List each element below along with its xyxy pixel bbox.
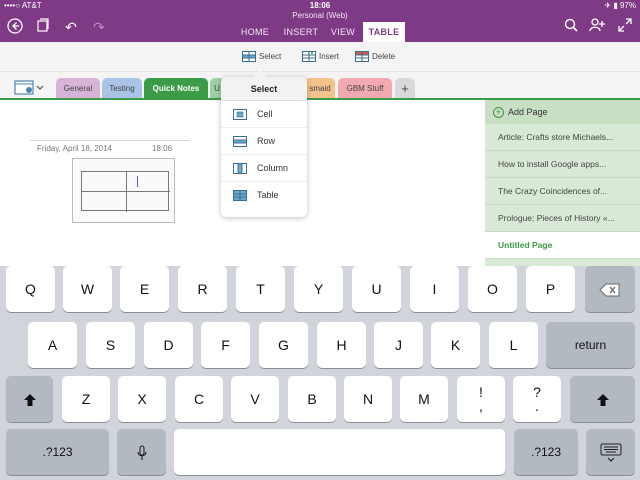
key-h[interactable]: H bbox=[317, 322, 366, 368]
select-row-option[interactable]: Row bbox=[221, 128, 307, 155]
shift-right-key[interactable] bbox=[570, 376, 635, 422]
delete-button[interactable]: Delete bbox=[355, 50, 395, 64]
notebooks-icon[interactable] bbox=[34, 18, 52, 36]
key-f[interactable]: F bbox=[201, 322, 250, 368]
dictation-key[interactable] bbox=[117, 429, 166, 475]
select-table-icon bbox=[242, 51, 256, 63]
page-list-item[interactable]: Prologue: Pieces of History «... bbox=[485, 205, 640, 232]
select-button[interactable]: Select bbox=[242, 50, 281, 64]
key-r[interactable]: R bbox=[178, 266, 227, 312]
section-tab-quick-notes[interactable]: Quick Notes bbox=[144, 78, 208, 99]
page-list-item-current[interactable]: Untitled Page bbox=[485, 232, 640, 259]
section-tab-testing[interactable]: Testing bbox=[102, 78, 142, 99]
shift-icon bbox=[596, 394, 609, 407]
key-k[interactable]: K bbox=[431, 322, 480, 368]
key-u[interactable]: U bbox=[352, 266, 401, 312]
key-a[interactable]: A bbox=[28, 322, 77, 368]
page-list: + Add Page Article: Crafts store Michaels… bbox=[485, 100, 640, 266]
key-j[interactable]: J bbox=[374, 322, 423, 368]
key-e[interactable]: E bbox=[120, 266, 169, 312]
select-menu: Select Cell Row Column Table bbox=[221, 69, 307, 217]
section-tab-smaid[interactable]: smaid bbox=[305, 78, 335, 99]
key-z[interactable]: Z bbox=[62, 376, 110, 422]
key-t[interactable]: T bbox=[236, 266, 285, 312]
key-i[interactable]: I bbox=[410, 266, 459, 312]
key-b[interactable]: B bbox=[288, 376, 336, 422]
page-list-item[interactable]: How to install Google apps... bbox=[485, 151, 640, 178]
top-bar: ••••○ AT&T 18:06 ✈ ▮ 97% Personal (Web) … bbox=[0, 0, 640, 42]
space-key[interactable] bbox=[174, 429, 505, 475]
column-icon bbox=[233, 163, 247, 174]
page-list-item[interactable]: Article: Crafts store Michaels... bbox=[485, 124, 640, 151]
key-o[interactable]: O bbox=[468, 266, 517, 312]
backspace-key[interactable] bbox=[585, 266, 635, 312]
add-section-button[interactable]: + bbox=[395, 78, 415, 99]
return-key[interactable]: return bbox=[546, 322, 635, 368]
page-list-item[interactable]: The Crazy Coincidences of... bbox=[485, 178, 640, 205]
key-q[interactable]: Q bbox=[6, 266, 55, 312]
page-date: Friday, April 18, 2014 bbox=[37, 144, 113, 153]
key-s[interactable]: S bbox=[86, 322, 135, 368]
notebook-menu-icon[interactable] bbox=[14, 78, 44, 96]
key-w[interactable]: W bbox=[63, 266, 112, 312]
redo-icon[interactable]: ↷ bbox=[90, 18, 108, 36]
shift-left-key[interactable] bbox=[6, 376, 53, 422]
key-x[interactable]: X bbox=[118, 376, 166, 422]
key-m[interactable]: M bbox=[400, 376, 448, 422]
key-question-period[interactable]: ? . bbox=[513, 376, 561, 422]
page-title-line[interactable] bbox=[30, 140, 190, 141]
search-icon[interactable] bbox=[562, 18, 580, 36]
row-icon bbox=[233, 136, 247, 147]
select-table-option[interactable]: Table bbox=[221, 182, 307, 209]
key-p[interactable]: P bbox=[526, 266, 575, 312]
table-ribbon: Select Insert Delete bbox=[0, 42, 640, 72]
onscreen-keyboard: Q W E R T Y U I O P A S D F G H J K L re… bbox=[0, 266, 640, 480]
section-tab-gbm-stuff[interactable]: GBM Stuff bbox=[338, 78, 392, 99]
tab-table[interactable]: TABLE bbox=[363, 22, 405, 42]
backspace-icon bbox=[599, 283, 620, 297]
cell-icon bbox=[233, 109, 247, 120]
undo-icon[interactable]: ↶ bbox=[62, 18, 80, 36]
back-icon[interactable] bbox=[6, 18, 24, 36]
key-c[interactable]: C bbox=[175, 376, 223, 422]
note-table-container[interactable] bbox=[72, 158, 175, 223]
table-column-divider bbox=[126, 172, 127, 212]
table-row-divider bbox=[82, 191, 170, 192]
page-time: 18:06 bbox=[152, 144, 173, 153]
tab-view[interactable]: VIEW bbox=[327, 22, 359, 42]
insert-button[interactable]: Insert bbox=[302, 50, 339, 64]
add-page-button[interactable]: + Add Page bbox=[485, 100, 640, 124]
add-person-icon[interactable] bbox=[588, 18, 606, 36]
select-cell-option[interactable]: Cell bbox=[221, 101, 307, 128]
tab-insert[interactable]: INSERT bbox=[280, 22, 322, 42]
key-g[interactable]: G bbox=[259, 322, 308, 368]
note-table[interactable] bbox=[81, 171, 170, 212]
key-l[interactable]: L bbox=[489, 322, 538, 368]
section-tab-general[interactable]: General bbox=[56, 78, 100, 99]
text-cursor bbox=[137, 176, 138, 187]
numbers-key-right[interactable]: .?123 bbox=[514, 429, 578, 475]
fullscreen-icon[interactable] bbox=[616, 18, 634, 36]
key-d[interactable]: D bbox=[144, 322, 193, 368]
tab-home[interactable]: HOME bbox=[236, 22, 274, 42]
select-column-option[interactable]: Column bbox=[221, 155, 307, 182]
insert-table-icon bbox=[302, 51, 316, 63]
numbers-key-left[interactable]: .?123 bbox=[6, 429, 109, 475]
dismiss-keyboard-key[interactable] bbox=[586, 429, 635, 475]
keyboard-dismiss-icon bbox=[600, 443, 621, 463]
section-tabs: General Testing Quick Notes U smaid GBM … bbox=[0, 72, 640, 101]
delete-table-icon bbox=[355, 51, 369, 63]
shift-icon bbox=[23, 394, 36, 407]
add-page-icon: + bbox=[493, 107, 504, 119]
key-y[interactable]: Y bbox=[294, 266, 343, 312]
select-menu-title: Select bbox=[221, 77, 307, 101]
key-n[interactable]: N bbox=[344, 376, 392, 422]
microphone-icon bbox=[136, 445, 147, 461]
key-exclaim-comma[interactable]: ! , bbox=[457, 376, 505, 422]
table-icon bbox=[233, 190, 247, 201]
key-v[interactable]: V bbox=[231, 376, 279, 422]
